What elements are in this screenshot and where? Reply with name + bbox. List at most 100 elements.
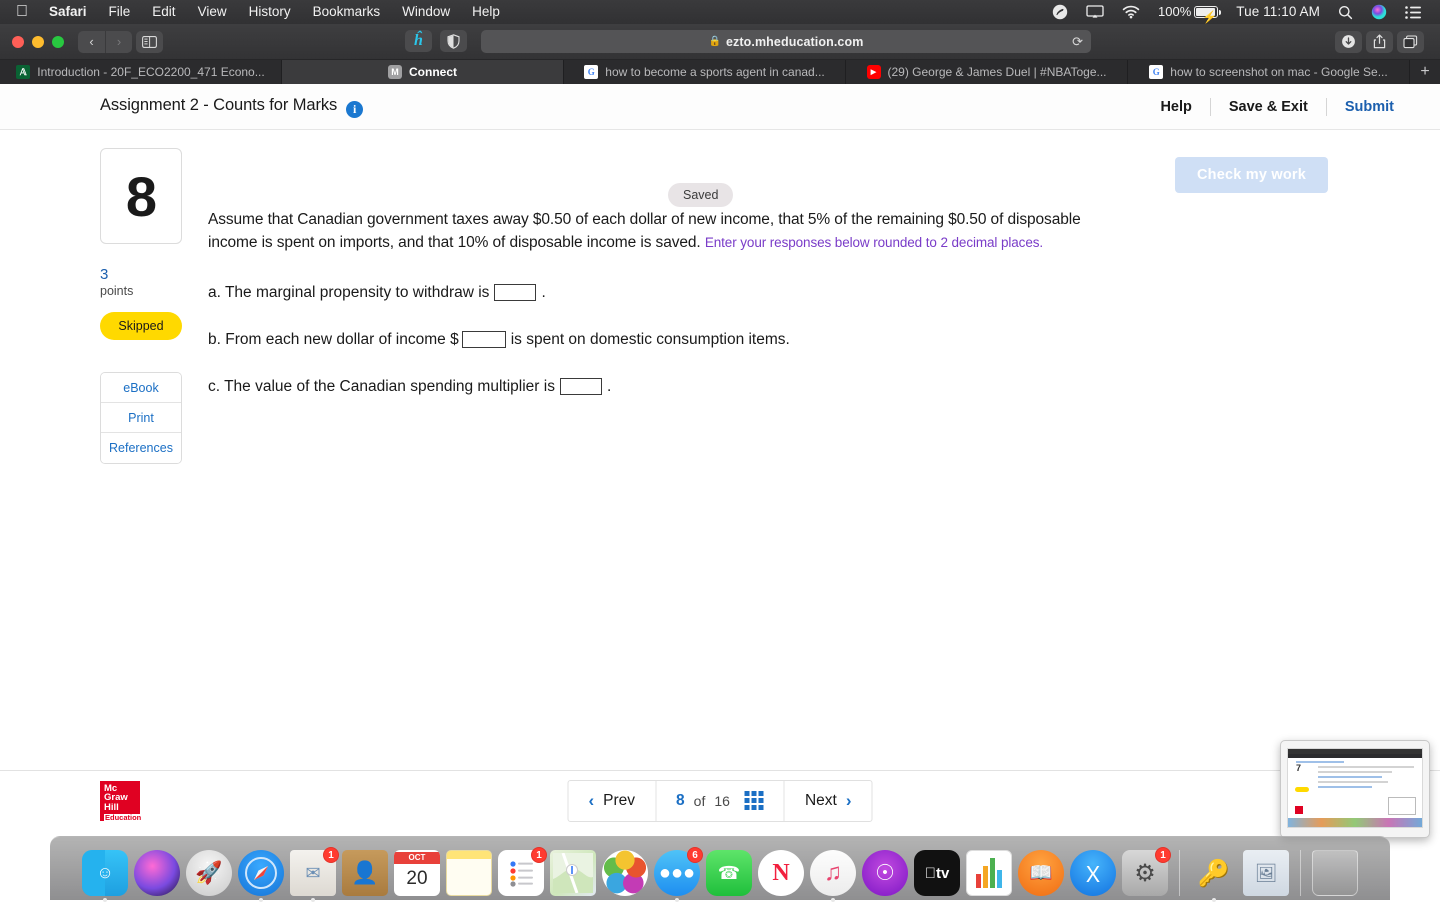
url-text: ezto.mheducation.com — [726, 35, 863, 49]
menu-item-view[interactable]: View — [187, 0, 238, 24]
battery-status[interactable]: 100% ⚡ — [1149, 0, 1227, 24]
browser-toolbar: ‹ › ĥ 🔒 ezto.mheducation.com ⟳ — [0, 24, 1440, 60]
part-a-label: a. The marginal propensity to withdraw i… — [208, 284, 489, 302]
info-icon[interactable]: i — [346, 101, 363, 118]
references-button[interactable]: References — [101, 433, 181, 463]
tab-sports-agent-search[interactable]: G how to become a sports agent in canad.… — [564, 60, 846, 84]
menu-item-bookmarks[interactable]: Bookmarks — [302, 0, 392, 24]
part-b-input[interactable] — [462, 331, 506, 348]
close-window-button[interactable] — [12, 36, 24, 48]
header-actions: Help Save & Exit Submit — [1142, 98, 1412, 116]
question-grid-icon[interactable] — [745, 791, 764, 810]
of-label: of — [694, 793, 706, 809]
macos-dock: ☺ 🚀 ✉ 1 👤 OCT 20 1 ●●● 6 ☎ — [0, 830, 1440, 900]
downloads-icon[interactable] — [1335, 31, 1362, 53]
dock-item-reminders[interactable]: 1 — [498, 850, 544, 896]
tab-overview-icon[interactable] — [1397, 31, 1424, 53]
thumb-skipped-badge — [1295, 787, 1309, 792]
menu-item-edit[interactable]: Edit — [141, 0, 186, 24]
messages-icon: ●●● — [659, 862, 695, 885]
reload-icon[interactable]: ⟳ — [1072, 34, 1083, 50]
part-c-label: c. The value of the Canadian spending mu… — [208, 378, 555, 396]
print-button[interactable]: Print — [101, 403, 181, 433]
apple-logo-icon[interactable]:  — [12, 2, 38, 22]
sidebar-toggle-icon[interactable] — [136, 31, 163, 53]
dock-item-mail[interactable]: ✉ 1 — [290, 850, 336, 896]
part-a-input[interactable] — [494, 284, 536, 301]
preview-icon: 🖼 — [1255, 863, 1278, 884]
news-icon: N — [772, 860, 789, 887]
share-icon[interactable] — [1366, 31, 1393, 53]
mail-icon: ✉ — [305, 863, 320, 884]
points-value: 3 — [100, 266, 200, 284]
maximize-window-button[interactable] — [52, 36, 64, 48]
address-bar[interactable]: 🔒 ezto.mheducation.com ⟳ — [481, 30, 1091, 53]
dock-item-trash[interactable] — [1312, 850, 1358, 896]
reminders-icon — [506, 858, 536, 888]
part-b-suffix: is spent on domestic consumption items. — [511, 331, 790, 349]
spotlight-search-icon[interactable] — [1329, 5, 1362, 20]
tab-youtube-duel[interactable]: ▶ (29) George & James Duel | #NBAToge... — [846, 60, 1128, 84]
ebook-button[interactable]: eBook — [101, 373, 181, 403]
assignment-body: 8 3 points Skipped eBook Print Reference… — [0, 130, 1440, 770]
tab-introduction[interactable]: 𝔸 Introduction - 20F_ECO2200_471 Econo..… — [0, 60, 282, 84]
dock-item-podcasts[interactable]: ☉ — [862, 850, 908, 896]
question-content: Assume that Canadian government taxes aw… — [200, 148, 1160, 770]
minimize-window-button[interactable] — [32, 36, 44, 48]
prev-question-button[interactable]: ‹ Prev — [569, 781, 656, 821]
dock-item-books[interactable]: 📖 — [1018, 850, 1064, 896]
honey-extension-icon[interactable]: ĥ — [405, 30, 432, 52]
dock-item-messages[interactable]: ●●● 6 — [654, 850, 700, 896]
dock-item-music[interactable]: ♫ — [810, 850, 856, 896]
airplay-icon[interactable] — [1077, 5, 1113, 19]
menu-item-history[interactable]: History — [238, 0, 302, 24]
dock-item-system-preferences[interactable]: ⚙ 1 — [1122, 850, 1168, 896]
dock-item-facetime[interactable]: ☎ — [706, 850, 752, 896]
tab-label: how to become a sports agent in canad... — [605, 65, 824, 79]
tab-screenshot-search[interactable]: G how to screenshot on mac - Google Se..… — [1128, 60, 1410, 84]
dock-item-numbers[interactable] — [966, 850, 1012, 896]
dock-item-keychain-access[interactable]: 🔑 — [1191, 850, 1237, 896]
question-part-b: b. From each new dollar of income $ is s… — [208, 331, 1160, 349]
check-my-work-button[interactable]: Check my work — [1175, 157, 1328, 193]
dock-item-preview[interactable]: 🖼 — [1243, 850, 1289, 896]
dock-item-notes[interactable] — [446, 850, 492, 896]
next-question-button[interactable]: Next › — [784, 781, 872, 821]
forward-chevron-icon[interactable]: › — [105, 31, 132, 53]
dock-item-launchpad[interactable]: 🚀 — [186, 850, 232, 896]
save-and-exit-button[interactable]: Save & Exit — [1211, 99, 1326, 115]
current-question-number: 8 — [676, 792, 685, 810]
dock-item-contacts[interactable]: 👤 — [342, 850, 388, 896]
dock-item-safari[interactable] — [238, 850, 284, 896]
submit-button[interactable]: Submit — [1327, 99, 1412, 115]
dock-item-maps[interactable] — [550, 850, 596, 896]
menu-item-safari[interactable]: Safari — [38, 0, 98, 24]
menu-item-file[interactable]: File — [98, 0, 142, 24]
dock-item-photos[interactable] — [602, 850, 648, 896]
help-button[interactable]: Help — [1142, 99, 1209, 115]
new-tab-button[interactable]: + — [1410, 60, 1440, 84]
menu-item-help[interactable]: Help — [461, 0, 511, 24]
wifi-icon[interactable] — [1113, 5, 1149, 19]
screenshot-thumbnail[interactable]: 7 — [1280, 740, 1430, 838]
siri-icon[interactable] — [1362, 4, 1396, 20]
dock-item-finder[interactable]: ☺ — [82, 850, 128, 896]
numbers-icon — [976, 874, 981, 888]
menu-bar-clock[interactable]: Tue 11:10 AM — [1227, 0, 1329, 24]
dock-item-appletv[interactable]: tv — [914, 850, 960, 896]
dock-item-siri[interactable] — [134, 850, 180, 896]
keychain-icon: 🔑 — [1198, 858, 1230, 889]
badge-count: 1 — [531, 847, 547, 863]
dock-item-news[interactable]: N — [758, 850, 804, 896]
tab-connect[interactable]: M Connect — [282, 60, 564, 84]
menu-item-window[interactable]: Window — [391, 0, 461, 24]
dock-item-calendar[interactable]: OCT 20 — [394, 850, 440, 896]
part-c-input[interactable] — [560, 378, 602, 395]
dock-divider — [1179, 850, 1180, 896]
back-chevron-icon[interactable]: ‹ — [78, 31, 105, 53]
safari-icon — [243, 855, 279, 891]
privacy-report-icon[interactable] — [440, 30, 467, 52]
shazam-icon[interactable] — [1043, 4, 1077, 20]
control-center-icon[interactable] — [1396, 6, 1430, 19]
dock-item-appstore[interactable]: Ｘ — [1070, 850, 1116, 896]
